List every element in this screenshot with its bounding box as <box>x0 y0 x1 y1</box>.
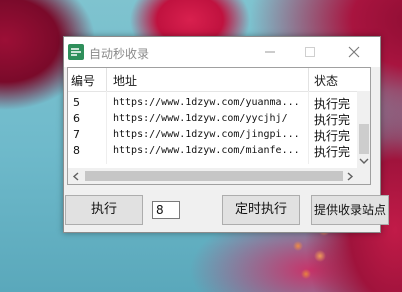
row-url: https://www.1dzyw.com/jingpi... <box>113 129 300 140</box>
url-list-table[interactable]: 编号 地址 状态 5 https://www.1dzyw.com/yuanma.… <box>67 67 371 185</box>
maximize-button[interactable] <box>290 37 330 67</box>
submit-sites-button[interactable]: 提供收录站点 <box>311 195 389 225</box>
column-divider[interactable] <box>308 68 309 91</box>
row-status: 执行完 <box>314 97 351 111</box>
table-row[interactable]: 6 https://www.1dzyw.com/yycjhj/ 执行完 <box>68 112 358 127</box>
scroll-left-icon[interactable] <box>72 172 80 181</box>
row-url: https://www.1dzyw.com/mianfe... <box>113 145 300 156</box>
row-url: https://www.1dzyw.com/yuanma... <box>113 97 300 108</box>
horizontal-scrollbar[interactable] <box>68 168 370 184</box>
maximize-icon <box>305 47 315 57</box>
app-icon <box>68 44 84 60</box>
row-number: 7 <box>73 128 80 141</box>
close-button[interactable] <box>334 37 374 67</box>
scroll-down-icon[interactable] <box>359 157 369 165</box>
column-header-url[interactable]: 地址 <box>113 72 137 89</box>
close-icon <box>348 46 360 58</box>
count-input[interactable]: 8 <box>152 201 180 219</box>
minimize-button[interactable] <box>250 37 290 67</box>
table-row[interactable]: 7 https://www.1dzyw.com/jingpi... 执行完 <box>68 128 358 143</box>
table-header: 编号 地址 状态 <box>68 68 358 92</box>
row-number: 6 <box>73 112 80 125</box>
table-row[interactable]: 5 https://www.1dzyw.com/yuanma... 执行完 <box>68 96 358 111</box>
vertical-scroll-thumb[interactable] <box>359 124 369 154</box>
column-header-status[interactable]: 状态 <box>314 72 338 89</box>
run-button[interactable]: 执行 <box>65 195 143 225</box>
scroll-right-icon[interactable] <box>346 172 354 181</box>
title-bar[interactable]: 自动秒收录 <box>64 37 380 67</box>
row-status: 执行完 <box>314 113 351 127</box>
minimize-icon <box>265 51 275 53</box>
row-url: https://www.1dzyw.com/yycjhj/ <box>113 113 288 124</box>
column-divider[interactable] <box>106 68 107 91</box>
window-title: 自动秒收录 <box>89 47 150 61</box>
row-number: 8 <box>73 144 80 157</box>
timer-run-button[interactable]: 定时执行 <box>222 195 300 225</box>
column-header-number[interactable]: 编号 <box>71 72 95 89</box>
horizontal-scroll-thumb[interactable] <box>85 171 343 181</box>
row-status: 执行完 <box>314 129 351 143</box>
vertical-scrollbar[interactable] <box>357 91 370 168</box>
table-row[interactable]: 8 https://www.1dzyw.com/mianfe... 执行完 <box>68 144 358 159</box>
row-number: 5 <box>73 96 80 109</box>
row-status: 执行完 <box>314 145 351 159</box>
app-window: 自动秒收录 编号 地址 状态 5 https://www.1dzyw.com/y… <box>63 36 389 233</box>
